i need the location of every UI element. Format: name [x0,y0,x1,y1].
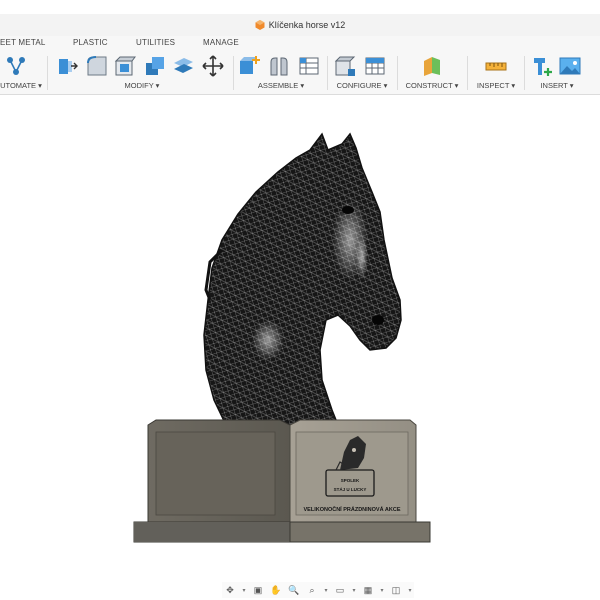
horse-model[interactable]: SPOLEK STÁJ U LUCKY VELIKONOČNÍ PRÁZDNIN… [0,95,600,575]
modify-label: MODIFY ▾ [124,81,160,90]
new-component-icon[interactable] [238,55,260,77]
chevron-down-icon[interactable]: ▾ [322,583,330,597]
insert-mcmaster-icon[interactable] [531,55,553,77]
group-inspect[interactable]: INSPECT ▾ [470,50,522,94]
tab-sheet-metal[interactable]: EET METAL [0,38,46,47]
title-bar: Klíčenka horse v12 [0,14,600,36]
grid-icon[interactable]: ▦ [360,583,376,597]
group-modify[interactable]: MODIFY ▾ [52,50,232,94]
move-copy-icon[interactable] [202,55,224,77]
chevron-down-icon[interactable]: ▾ [350,583,358,597]
combine-icon[interactable] [144,55,166,77]
group-assemble[interactable]: ASSEMBLE ▾ [236,50,326,94]
horse-bust [203,132,402,426]
group-insert[interactable]: INSERT ▾ [527,50,587,94]
separator [47,56,48,90]
construct-plane-icon[interactable] [421,55,443,77]
plaque-caption: VELIKONOČNÍ PRÁZDNINOVÁ AKCE [304,505,401,513]
automate-label: UTOMATE ▾ [0,81,42,90]
plaque-line2: STÁJ U LUCKY [334,486,367,492]
automate-icon[interactable] [5,55,27,77]
group-automate[interactable]: UTOMATE ▾ [0,50,42,94]
insert-label: INSERT ▾ [540,81,574,90]
separator [524,56,525,90]
assemble-label: ASSEMBLE ▾ [257,81,305,90]
toolbar-ribbon: UTOMATE ▾ MODIFY ▾ ASSEMBLE ▾ CONFIGURE … [0,50,600,95]
separator [397,56,398,90]
tab-plastic[interactable]: PLASTIC [73,38,108,47]
configuration-table-icon[interactable] [364,55,386,77]
configure-label: CONFIGURE ▾ [336,81,388,90]
pan-icon[interactable]: ✋ [268,583,284,597]
viewports-icon[interactable]: ◫ [388,583,404,597]
document-icon [255,20,265,30]
measure-icon[interactable] [485,55,507,77]
plaque-line1: SPOLEK [341,478,360,483]
separator [327,56,328,90]
separator [233,56,234,90]
group-configure[interactable]: CONFIGURE ▾ [330,50,394,94]
look-at-icon[interactable]: ▣ [250,583,266,597]
construct-label: CONSTRUCT ▾ [405,81,459,90]
joint-icon[interactable] [268,55,290,77]
press-pull-icon[interactable] [56,55,78,77]
window-title: Klíčenka horse v12 [268,20,346,30]
orbit-icon[interactable]: ✥ [222,583,238,597]
display-settings-icon[interactable]: ▭ [332,583,348,597]
separator [467,56,468,90]
fit-icon[interactable]: ⌕ [304,583,320,597]
workspace-tabs: EET METAL PLASTIC UTILITIES MANAGE [0,36,600,50]
navigation-bar: ✥ ▾ ▣ ✋ 🔍 ⌕ ▾ ▭ ▾ ▦ ▾ ◫ ▾ [222,582,414,598]
chevron-down-icon[interactable]: ▾ [378,583,386,597]
3d-viewport[interactable]: SPOLEK STÁJ U LUCKY VELIKONOČNÍ PRÁZDNIN… [0,95,600,575]
configure-icon[interactable] [334,55,356,77]
insert-image-icon[interactable] [559,55,581,77]
table-icon[interactable] [298,55,320,77]
chevron-down-icon[interactable]: ▾ [406,583,414,597]
offset-face-icon[interactable] [172,55,194,77]
shell-icon[interactable] [114,55,136,77]
fillet-icon[interactable] [86,55,108,77]
chevron-down-icon[interactable]: ▾ [240,583,248,597]
zoom-icon[interactable]: 🔍 [286,583,302,597]
inspect-label: INSPECT ▾ [476,81,516,90]
top-strip [0,0,600,15]
tab-utilities[interactable]: UTILITIES [136,38,175,47]
tab-manage[interactable]: MANAGE [203,38,239,47]
group-construct[interactable]: CONSTRUCT ▾ [400,50,464,94]
pedestal: SPOLEK STÁJ U LUCKY VELIKONOČNÍ PRÁZDNIN… [133,419,431,543]
